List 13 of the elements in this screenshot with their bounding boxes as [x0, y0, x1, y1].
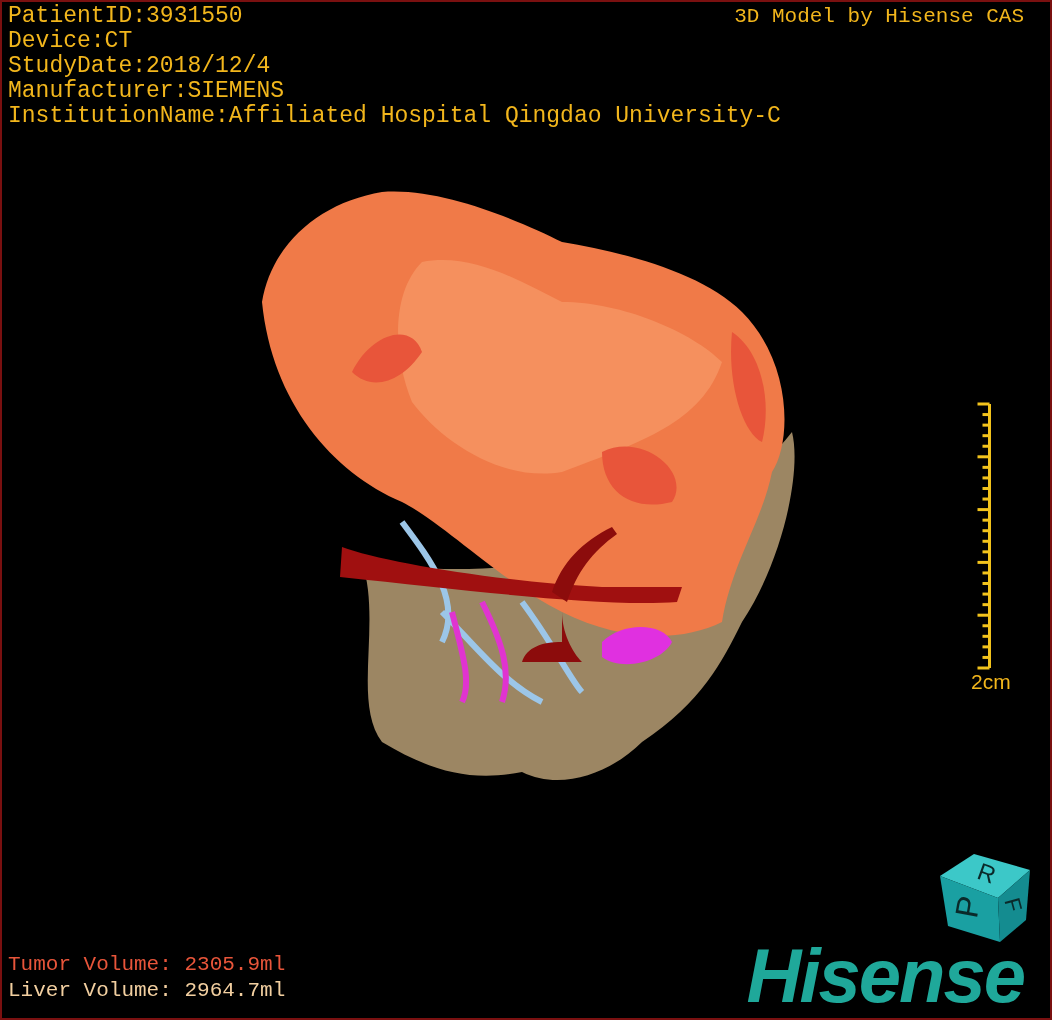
study-info-line: PatientID:3931550: [8, 4, 243, 29]
study-info-line: Device:CT: [8, 29, 133, 54]
study-info-line: StudyDate:2018/12/4: [8, 54, 271, 79]
model-credit: 3D Model by Hisense CAS: [734, 4, 1024, 29]
cube-face-label: P: [948, 893, 988, 921]
study-info-line: Manufacturer:SIEMENS: [8, 79, 285, 104]
cube-face-label: F: [999, 895, 1027, 915]
volume-reading: Tumor Volume: 2305.9ml: [8, 952, 286, 978]
volume-reading: Liver Volume: 2964.7ml: [8, 978, 286, 1004]
scale-label: 2cm: [971, 670, 1011, 694]
brand-logo: Hisense: [746, 936, 1024, 1016]
study-info-line: InstitutionName:Affiliated Hospital Qingdao University-C: [8, 104, 781, 129]
cube-face-label: R: [974, 857, 1000, 889]
